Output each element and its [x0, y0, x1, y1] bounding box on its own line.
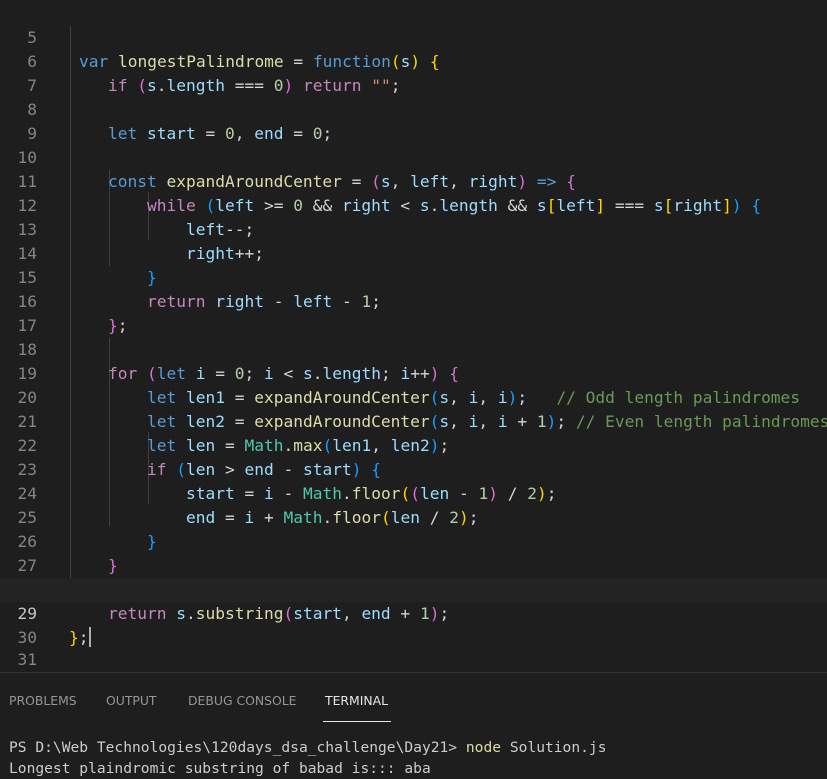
code-line[interactable]: 11 while (left >= 0 && right < s.length … — [0, 146, 827, 215]
code-line[interactable]: 8 let start = 0, end = 0; — [0, 74, 827, 143]
bottom-panel: PROBLEMS OUTPUT DEBUG CONSOLE TERMINAL P… — [0, 672, 827, 779]
terminal-output[interactable]: PS D:\Web Technologies\120days_dsa_chall… — [9, 737, 827, 779]
code-line[interactable]: 24 end = i + Math.floor(len / 2); — [0, 458, 827, 527]
code-line[interactable]: 6 if (s.length === 0) return ""; — [0, 26, 827, 95]
code-line[interactable]: 23 start = i - Math.floor((len - 1) / 2)… — [0, 434, 827, 503]
code-line[interactable]: 31 const s = "babad" — [0, 624, 827, 669]
code-line[interactable]: 9 — [0, 98, 827, 143]
terminal-command: node — [465, 739, 502, 756]
terminal-command-line: PS D:\Web Technologies\120days_dsa_chall… — [9, 737, 827, 758]
code-line[interactable]: 27 — [0, 530, 827, 575]
code-line[interactable]: 13 right++; — [0, 194, 827, 263]
code-line[interactable]: 12 left--; — [0, 170, 827, 239]
panel-tabs: PROBLEMS OUTPUT DEBUG CONSOLE TERMINAL — [0, 687, 827, 722]
code-line[interactable]: 17 — [0, 290, 827, 335]
code-line[interactable]: 22 if (len > end - start) { — [0, 410, 827, 479]
code-line[interactable]: 30 — [0, 602, 827, 647]
active-tab-indicator — [323, 721, 391, 722]
tab-terminal[interactable]: TERMINAL — [325, 693, 388, 708]
code-line-current[interactable]: 29 }; — [0, 578, 827, 647]
code-line[interactable]: 15 return right - left - 1; — [0, 242, 827, 311]
tab-debug-console[interactable]: DEBUG CONSOLE — [188, 693, 297, 708]
code-line[interactable]: 7 — [0, 50, 827, 95]
code-line[interactable]: 20 let len2 = expandAroundCenter(s, i, i… — [0, 362, 827, 431]
code-editor[interactable]: 5 var longestPalindrome = function(s) { … — [0, 0, 827, 672]
code-line[interactable]: 16 }; — [0, 266, 827, 335]
code-line[interactable]: 26 } — [0, 506, 827, 575]
terminal-command-args: Solution.js — [501, 739, 607, 756]
code-line[interactable]: 28 return s.substring(start, end + 1); — [0, 554, 827, 623]
code-line[interactable]: 10 const expandAroundCenter = (s, left, … — [0, 122, 827, 191]
tab-problems[interactable]: PROBLEMS — [9, 693, 77, 708]
code-line[interactable]: 19 let len1 = expandAroundCenter(s, i, i… — [0, 338, 827, 407]
code-line[interactable]: 5 var longestPalindrome = function(s) { — [0, 2, 827, 71]
code-line[interactable]: 32 console.log(`Longest plaindromic subs… — [0, 646, 827, 670]
code-line[interactable]: 25 } — [0, 482, 827, 551]
terminal-output-line: Longest plaindromic substring of babad i… — [9, 760, 431, 777]
code-line[interactable]: 21 let len = Math.max(len1, len2); — [0, 386, 827, 455]
code-line[interactable]: 14 } — [0, 218, 827, 287]
tab-output[interactable]: OUTPUT — [106, 693, 157, 708]
code-line[interactable]: 18 for (let i = 0; i < s.length; i++) { — [0, 314, 827, 383]
terminal-prompt: PS D:\Web Technologies\120days_dsa_chall… — [9, 739, 466, 756]
